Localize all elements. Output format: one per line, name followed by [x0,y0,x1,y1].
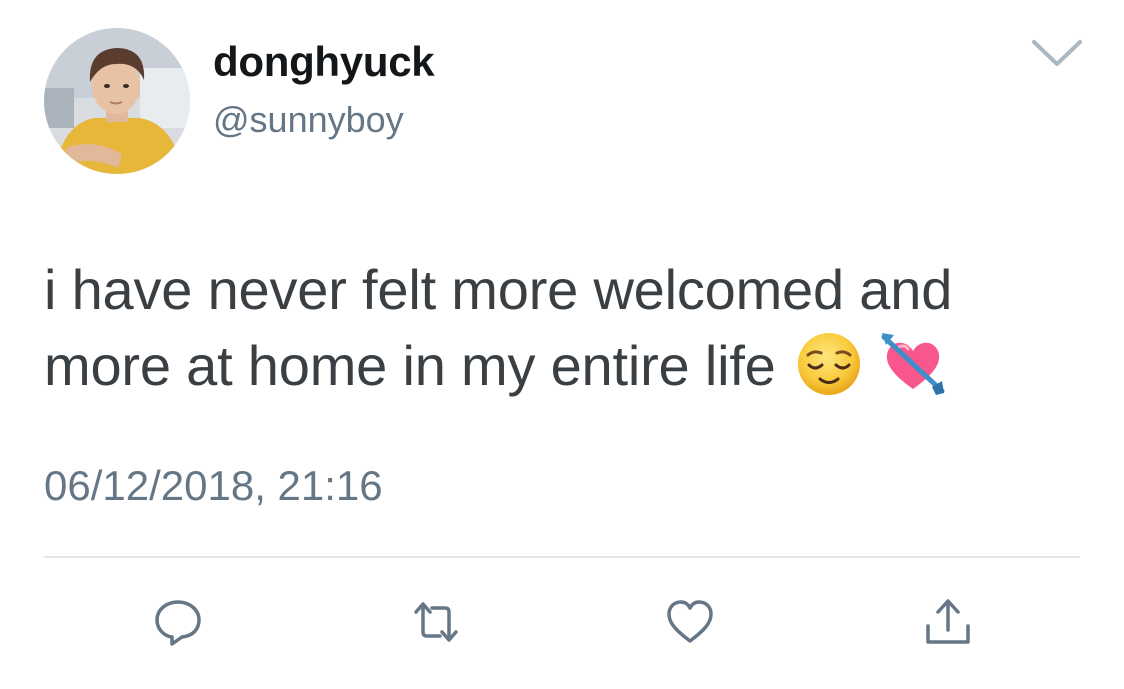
display-name[interactable]: donghyuck [213,38,435,86]
tweet-text-line-2: more at home in my entire life [44,328,1084,404]
avatar[interactable] [44,28,190,174]
share-icon[interactable] [922,596,974,648]
like-icon[interactable] [664,596,716,648]
heart-with-arrow-emoji [880,331,946,397]
timestamp[interactable]: 06/12/2018, 21:16 [44,460,383,512]
tweet-text: i have never felt more welcomed and more… [44,252,1084,404]
tweet-text-line-1: i have never felt more welcomed and [44,258,953,321]
tweet-text-line-2-words: more at home in my entire life [44,334,776,397]
reply-icon[interactable] [152,596,204,648]
retweet-icon[interactable] [410,596,462,648]
chevron-down-icon[interactable] [1030,36,1084,70]
tweet-card: donghyuck @sunnyboy i have never felt mo… [0,0,1124,689]
avatar-photo [44,28,190,174]
divider [44,556,1080,558]
user-handle[interactable]: @sunnyboy [213,98,404,142]
relieved-face-emoji [796,331,862,397]
